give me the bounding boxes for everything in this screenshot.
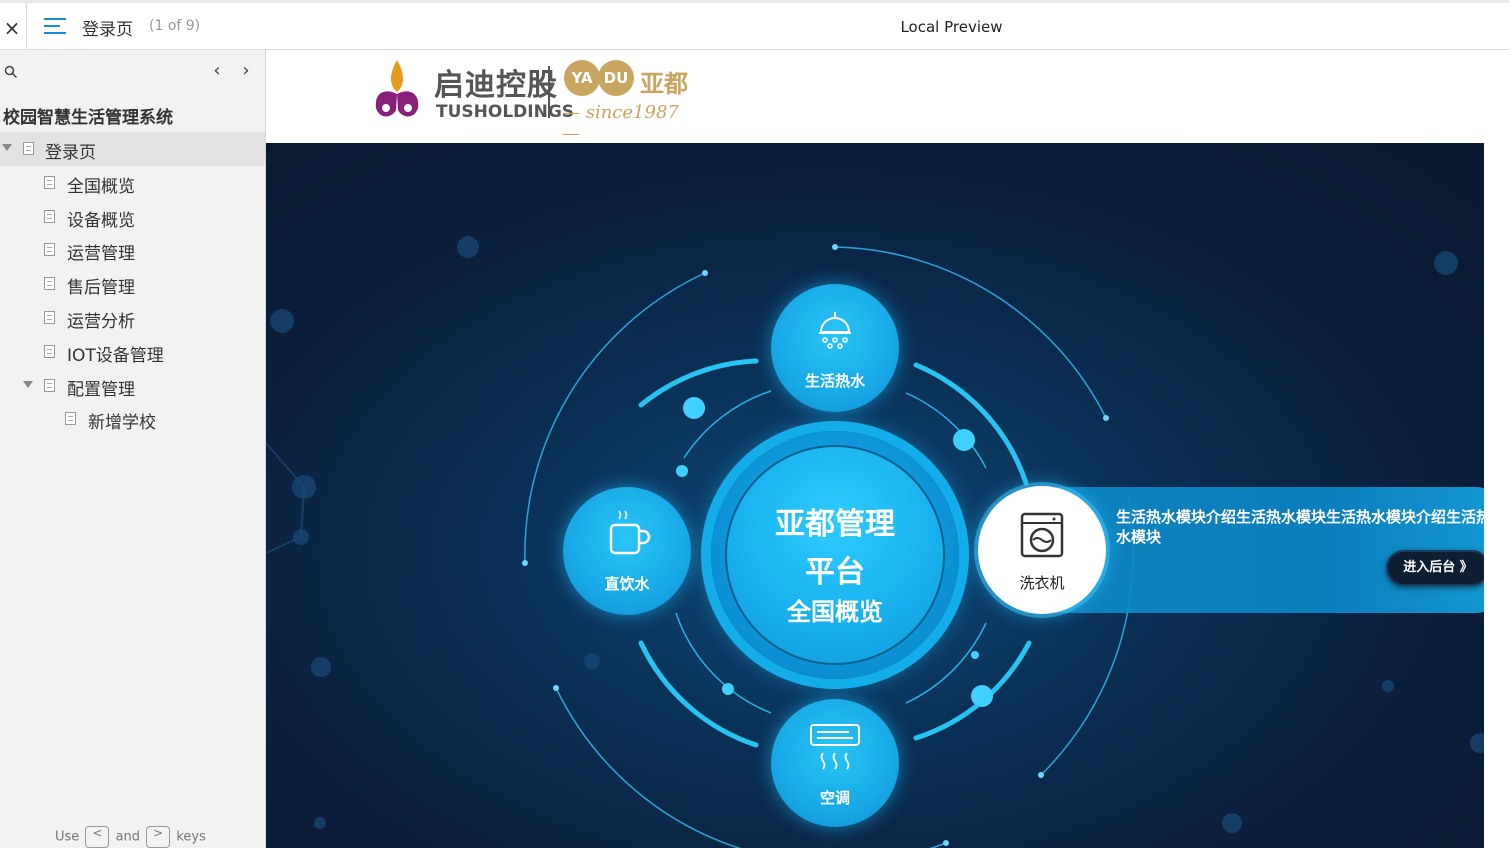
sidebar-item-label: 登录页 [45,143,96,163]
sidebar-item-analysis[interactable]: 运营分析 [0,301,265,335]
tus-flower-logo [375,60,419,117]
sidebar-item-after-sales[interactable]: 售后管理 [0,267,265,301]
logo: 启迪控股 TUSHOLDINGS YA DU 亚都 — since1987 — [372,56,692,144]
tus-logo-en: TUSHOLDINGS [436,102,575,122]
sidebar-item-label: 运营分析 [67,312,135,332]
top-bar: × 登录页 (1 of 9) Local Preview [0,0,1509,50]
logo-divider [548,66,550,118]
washing-machine-icon [1020,512,1064,558]
drinking-water-node[interactable]: 直饮水 [563,487,691,615]
keyboard-hint: Use < and > keys [55,826,206,848]
prev-page-icon[interactable]: ‹ [207,60,227,81]
hot-water-node[interactable]: 生活热水 [771,284,899,412]
center-inner: 亚都管理 平台 全国概览 [725,445,945,665]
page-icon [44,243,55,256]
sidebar-item-label: 设备概览 [67,211,135,231]
air-conditioner-icon [810,724,860,770]
yadu-logo-zh: 亚都 [640,70,688,98]
sidebar-item-overview[interactable]: 全国概览 [0,166,265,200]
cup-icon [609,510,651,555]
page-icon [44,277,55,290]
sidebar-item-label: 新增学校 [88,413,156,433]
sidebar-item-device-overview[interactable]: 设备概览 [0,200,265,234]
yadu-logo-ya: YA [564,60,600,96]
page-icon [44,210,55,223]
center-title-line3: 全国概览 [787,598,883,626]
page-icon [44,311,55,324]
sidebar-item-label: 全国概览 [67,177,135,197]
sidebar-item-operations[interactable]: 运营管理 [0,233,265,267]
next-page-icon[interactable]: › [236,60,256,81]
page-icon [44,176,55,189]
hero-banner: 亚都管理 平台 全国概览 生活热水 直饮水 生活热水模块介绍生活热水模块生活热水… [266,143,1484,848]
key-next: > [146,826,171,848]
page-icon [44,379,55,392]
air-conditioner-node[interactable]: 空调 [771,699,899,827]
sidebar-item-label: 配置管理 [67,380,135,400]
center-title-line2: 平台 [805,555,865,590]
page-icon [65,412,76,425]
preview-label: Local Preview [900,18,1003,36]
sidebar-item-login[interactable]: 登录页 [0,132,265,166]
sidebar-item-label: 运营管理 [67,244,135,264]
hint-text: Use [55,829,80,845]
center-platform[interactable]: 亚都管理 平台 全国概览 [711,431,959,679]
module-info-panel: 生活热水模块介绍生活热水模块生活热水模块介绍生活热水模块 进入后台 》 [1056,487,1484,613]
sidebar-item-add-school[interactable]: 新增学校 [0,402,265,436]
shower-icon [819,312,851,349]
sidebar-item-config[interactable]: 配置管理 [0,369,265,403]
module-description: 生活热水模块介绍生活热水模块生活热水模块介绍生活热水模块 [1116,508,1484,546]
search-icon[interactable] [4,65,18,79]
tus-logo-text: 启迪控股 [434,68,558,103]
center-title-line1: 亚都管理 [775,507,895,542]
sidebar-item-iot[interactable]: IOT设备管理 [0,335,265,369]
hint-text: keys [176,829,206,845]
page-icon [44,345,55,358]
hot-water-label: 生活热水 [804,372,865,390]
caret-down-icon[interactable] [2,144,12,151]
enter-backend-button[interactable]: 进入后台 》 [1386,550,1484,586]
hint-text: and [115,829,141,845]
key-prev: < [85,826,110,848]
sidebar-item-label: 售后管理 [67,278,135,298]
drinking-water-label: 直饮水 [604,575,650,593]
washing-machine-node[interactable]: 洗衣机 [978,486,1106,614]
project-title: 校园智慧生活管理系统 [3,108,173,128]
washing-machine-label: 洗衣机 [1019,574,1065,592]
sidebar: ‹ › 校园智慧生活管理系统 登录页 全国概览 设备概览 运营管理 售后管理 运… [0,50,266,848]
yadu-logo-du: DU [598,60,634,96]
air-conditioner-label: 空调 [819,789,850,807]
preview-content: 启迪控股 TUSHOLDINGS YA DU 亚都 — since1987 — [266,50,1509,848]
since-text: — since1987 — [562,102,679,144]
sidebar-item-label: IOT设备管理 [67,346,164,366]
page-icon [23,142,34,155]
caret-down-icon[interactable] [23,381,33,388]
